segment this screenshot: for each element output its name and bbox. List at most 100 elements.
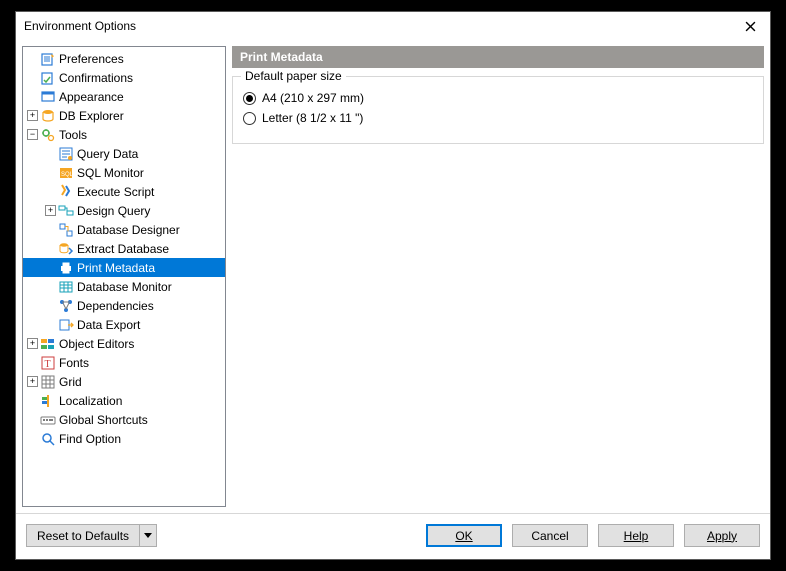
svg-text:SQL: SQL (61, 172, 74, 178)
help-label: Help (624, 529, 649, 543)
tree-item-localization[interactable]: Localization (23, 391, 225, 410)
svg-text:T: T (45, 359, 51, 370)
tree-item-label: DB Explorer (59, 109, 124, 123)
ok-label: OK (455, 529, 472, 543)
tree-item-label: Global Shortcuts (59, 413, 148, 427)
exec-icon (58, 184, 74, 200)
local-icon (40, 393, 56, 409)
tree-item-label: Preferences (59, 52, 124, 66)
tree-item-fonts[interactable]: T Fonts (23, 353, 225, 372)
expand-icon[interactable]: + (27, 376, 38, 387)
tree-item-global-shortcuts[interactable]: Global Shortcuts (23, 410, 225, 429)
options-tree[interactable]: Preferences Confirmations Appearance + DB Ex… (22, 46, 226, 507)
group-title: Default paper size (241, 69, 346, 83)
tree-item-label: Design Query (77, 204, 150, 218)
paper-size-option[interactable]: A4 (210 x 297 mm) (243, 91, 753, 105)
tree-item-sql-monitor[interactable]: SQLSQL Monitor (23, 163, 225, 182)
chevron-down-icon (144, 533, 152, 538)
tree-item-confirmations[interactable]: Confirmations (23, 68, 225, 87)
radio-label: A4 (210 x 297 mm) (262, 91, 364, 105)
cancel-label: Cancel (531, 529, 568, 543)
apply-label: Apply (707, 529, 737, 543)
tree-item-label: Execute Script (77, 185, 154, 199)
tree-item-print-metadata[interactable]: Print Metadata (23, 258, 225, 277)
deps-icon (58, 298, 74, 314)
tree-item-label: Extract Database (77, 242, 169, 256)
short-icon (40, 412, 56, 428)
expand-icon[interactable]: + (45, 205, 56, 216)
reset-defaults-dropdown[interactable] (139, 524, 157, 547)
radio-label: Letter (8 1/2 x 11 ") (262, 111, 363, 125)
prefs-icon (40, 51, 56, 67)
tools-icon (40, 127, 56, 143)
tree-item-label: Fonts (59, 356, 89, 370)
right-panel: Print Metadata Default paper size A4 (21… (232, 46, 764, 507)
reset-defaults-label: Reset to Defaults (37, 529, 129, 543)
find-icon (40, 431, 56, 447)
tree-item-label: Data Export (77, 318, 140, 332)
tree-item-grid[interactable]: + Grid (23, 372, 225, 391)
dbdes-icon (58, 222, 74, 238)
objed-icon (40, 336, 56, 352)
print-icon (58, 260, 74, 276)
help-button[interactable]: Help (598, 524, 674, 547)
tree-item-label: Find Option (59, 432, 121, 446)
reset-defaults-button[interactable]: Reset to Defaults (26, 524, 139, 547)
titlebar: Environment Options (16, 12, 770, 40)
close-icon (745, 21, 756, 32)
apply-button[interactable]: Apply (684, 524, 760, 547)
db-icon (40, 108, 56, 124)
paper-size-option[interactable]: Letter (8 1/2 x 11 ") (243, 111, 753, 125)
extract-icon (58, 241, 74, 257)
tree-item-design-query[interactable]: + Design Query (23, 201, 225, 220)
tree-item-data-export[interactable]: Data Export (23, 315, 225, 334)
confirm-icon (40, 70, 56, 86)
tree-item-label: Print Metadata (77, 261, 155, 275)
collapse-icon[interactable]: − (27, 129, 38, 140)
tree-item-database-designer[interactable]: Database Designer (23, 220, 225, 239)
tree-item-label: Appearance (59, 90, 124, 104)
tree-item-execute-script[interactable]: Execute Script (23, 182, 225, 201)
query-icon (58, 146, 74, 162)
tree-item-label: Dependencies (77, 299, 154, 313)
tree-item-label: Tools (59, 128, 87, 142)
expand-icon[interactable]: + (27, 338, 38, 349)
radio-icon (243, 92, 256, 105)
expand-icon[interactable]: + (27, 110, 38, 121)
section-header: Print Metadata (232, 46, 764, 68)
tree-item-database-monitor[interactable]: Database Monitor (23, 277, 225, 296)
ok-button[interactable]: OK (426, 524, 502, 547)
window-title: Environment Options (24, 19, 736, 33)
tree-item-query-data[interactable]: Query Data (23, 144, 225, 163)
paper-size-group: Default paper size A4 (210 x 297 mm)Lett… (232, 76, 764, 144)
tree-item-label: Confirmations (59, 71, 133, 85)
tree-item-object-editors[interactable]: + Object Editors (23, 334, 225, 353)
radio-icon (243, 112, 256, 125)
cancel-button[interactable]: Cancel (512, 524, 588, 547)
fonts-icon: T (40, 355, 56, 371)
tree-item-tools[interactable]: − Tools (23, 125, 225, 144)
tree-item-appearance[interactable]: Appearance (23, 87, 225, 106)
export-icon (58, 317, 74, 333)
tree-item-label: Query Data (77, 147, 138, 161)
tree-item-find-option[interactable]: Find Option (23, 429, 225, 448)
tree-item-label: Database Monitor (77, 280, 172, 294)
tree-item-dependencies[interactable]: Dependencies (23, 296, 225, 315)
tree-item-label: Object Editors (59, 337, 134, 351)
tree-item-label: Localization (59, 394, 122, 408)
close-button[interactable] (736, 16, 764, 36)
reset-defaults-split: Reset to Defaults (26, 524, 157, 547)
content-area: Preferences Confirmations Appearance + DB Ex… (16, 40, 770, 513)
sqlmon-icon: SQL (58, 165, 74, 181)
tree-item-label: Database Designer (77, 223, 180, 237)
button-bar: Reset to Defaults OK Cancel Help Apply (16, 513, 770, 559)
environment-options-window: Environment Options Preferences Confirmat… (15, 11, 771, 560)
tree-item-preferences[interactable]: Preferences (23, 49, 225, 68)
tree-item-db-explorer[interactable]: + DB Explorer (23, 106, 225, 125)
tree-item-label: Grid (59, 375, 82, 389)
tree-item-extract-database[interactable]: Extract Database (23, 239, 225, 258)
appear-icon (40, 89, 56, 105)
grid-icon (40, 374, 56, 390)
dbmon-icon (58, 279, 74, 295)
tree-item-label: SQL Monitor (77, 166, 144, 180)
